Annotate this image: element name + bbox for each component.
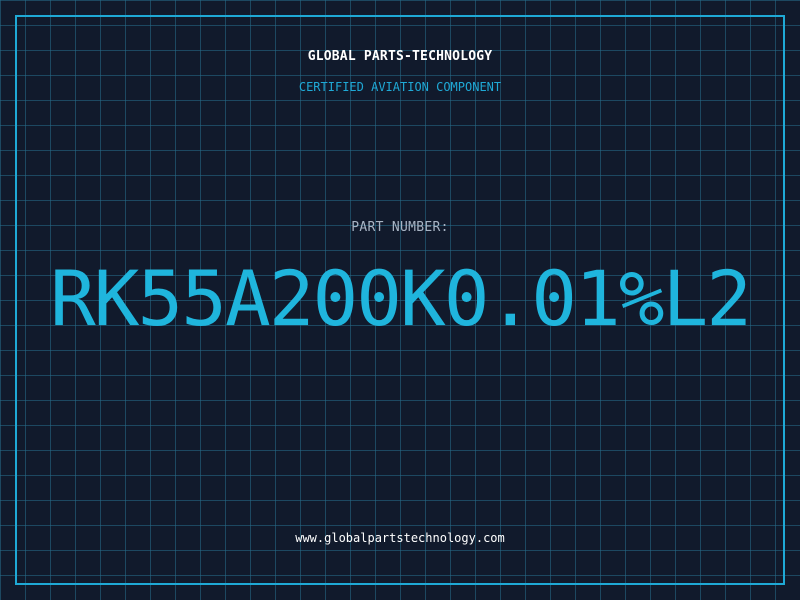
website-url: www.globalpartstechnology.com (295, 531, 505, 545)
company-name: GLOBAL PARTS-TECHNOLOGY (307, 49, 493, 64)
spec-card: GLOBAL PARTS-TECHNOLOGY CERTIFIED AVIATI… (0, 0, 800, 600)
part-number-value: RK55A200K0.01%L2 (49, 254, 752, 343)
part-number-label: PART NUMBER: (351, 220, 449, 235)
certification-subtitle: CERTIFIED AVIATION COMPONENT (298, 80, 502, 94)
